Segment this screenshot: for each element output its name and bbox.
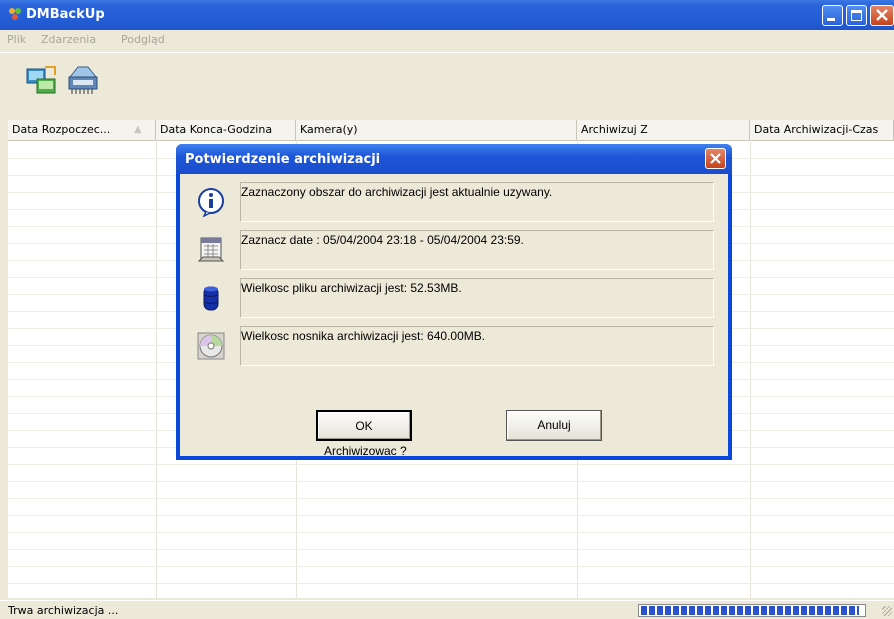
ok-button[interactable]: OK — [316, 410, 412, 441]
dialog-close-button[interactable] — [705, 148, 726, 169]
row-line — [8, 498, 894, 499]
row-line — [8, 532, 894, 533]
storage-cylinder-icon — [203, 286, 219, 311]
cd-icon — [197, 332, 225, 360]
row-line — [8, 481, 894, 482]
menu-plik[interactable]: Plik — [7, 33, 26, 46]
column-header-archive-from[interactable]: Archiwizuj Z — [577, 120, 750, 140]
row-line — [8, 583, 894, 584]
column-header-camera[interactable]: Kamera(y) — [296, 120, 577, 140]
row-line — [8, 464, 894, 465]
close-icon — [710, 153, 721, 164]
info-icon — [198, 188, 224, 217]
menu-podglad[interactable]: Podgląd — [121, 33, 165, 46]
maximize-icon — [851, 10, 862, 21]
message-row: Zaznaczony obszar do archiwizacji jest a… — [240, 182, 714, 222]
tape-drive-icon[interactable] — [66, 63, 100, 97]
sort-arrow-icon: ▲ — [134, 124, 142, 135]
column-header-end-date[interactable]: Data Konca-Godzina — [156, 120, 296, 140]
message-text: Zaznacz date : 05/04/2004 23:18 - 05/04/… — [241, 233, 524, 247]
close-button[interactable] — [870, 5, 894, 26]
archive-confirm-dialog: Potwierdzenie archiwizacji Zaznaczony ob… — [176, 144, 732, 460]
menu-zdarzenia[interactable]: Zdarzenia — [41, 33, 96, 46]
minimize-button[interactable] — [822, 5, 843, 26]
status-text: Trwa archiwizacja ... — [8, 604, 119, 617]
message-text: Wielkosc nosnika archiwizacji jest: 640.… — [241, 329, 486, 343]
minimize-icon — [827, 18, 835, 21]
toolbar — [0, 52, 894, 121]
dialog-body: Zaznaczony obszar do archiwizacji jest a… — [180, 174, 728, 458]
title-bar[interactable]: DMBackUp — [0, 0, 894, 30]
dialog-title: Potwierdzenie archiwizacji — [185, 152, 381, 167]
maximize-button[interactable] — [846, 5, 867, 26]
message-text: Wielkosc pliku archiwizacji jest: 52.53M… — [241, 281, 462, 295]
message-text: Zaznaczony obszar do archiwizacji jest a… — [241, 185, 553, 199]
app-logo-icon — [9, 8, 21, 20]
archive-progress-bar — [638, 604, 866, 617]
close-icon — [876, 9, 888, 21]
window-title: DMBackUp — [26, 7, 105, 22]
progress-fill — [641, 606, 859, 615]
row-line — [8, 515, 894, 516]
column-header-start-date[interactable]: Data Rozpoczec... ▲ — [8, 120, 156, 140]
calendar-icon — [197, 237, 225, 262]
network-backup-icon[interactable] — [25, 63, 59, 97]
dialog-title-bar[interactable]: Potwierdzenie archiwizacji — [176, 144, 732, 174]
row-line — [8, 566, 894, 567]
cancel-button[interactable]: Anuluj — [506, 410, 602, 441]
message-row: Zaznacz date : 05/04/2004 23:18 - 05/04/… — [240, 230, 714, 270]
status-bar: Trwa archiwizacja ... — [0, 600, 894, 619]
column-header-archive-date[interactable]: Data Archiwizacji-Czas — [750, 120, 894, 140]
message-row: Wielkosc nosnika archiwizacji jest: 640.… — [240, 326, 714, 366]
size-grip[interactable] — [882, 606, 892, 616]
menu-bar: Plik Zdarzenia Podgląd — [0, 30, 894, 50]
table-header: Data Rozpoczec... ▲ Data Konca-Godzina K… — [8, 120, 894, 141]
archive-question: Archiwizowac ? — [324, 444, 407, 458]
row-line — [8, 549, 894, 550]
message-row: Wielkosc pliku archiwizacji jest: 52.53M… — [240, 278, 714, 318]
